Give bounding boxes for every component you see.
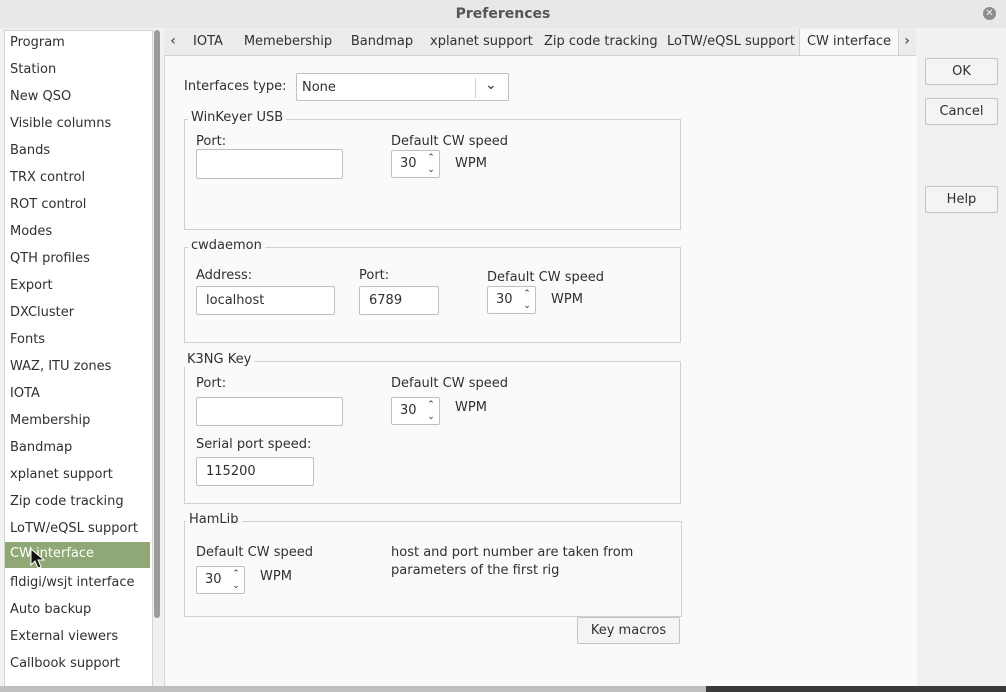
sidebar-item-auto-backup[interactable]: Auto backup [5,598,150,624]
k3ng-speed-unit: WPM [455,400,487,415]
sidebar-item-iota[interactable]: IOTA [5,382,150,408]
hamlib-note-line2: parameters of the first rig [391,563,560,578]
sidebar-item-lotw-eqsl-support[interactable]: LoTW/eQSL support [5,517,150,543]
tab-iota[interactable]: IOTA [186,29,230,55]
winkeyer-speed-unit: WPM [455,156,487,171]
spin-up-icon[interactable]: ⌃ [230,569,242,580]
k3ng-speed-value: 30 [400,403,417,418]
ok-button[interactable]: OK [925,58,998,85]
desktop-background [706,686,1006,692]
sidebar-item-trx-control[interactable]: TRX control [5,166,150,192]
winkeyer-speed-spinbox[interactable]: 30 ⌃ ⌄ [391,150,440,178]
spin-down-icon[interactable]: ⌄ [230,581,242,592]
k3ng-group-title: K3NG Key [184,352,255,367]
help-button[interactable]: Help [925,186,998,213]
hamlib-group-title: HamLib [186,512,242,527]
k3ng-serial-speed-input[interactable] [196,457,314,486]
hamlib-note-line1: host and port number are taken from [391,545,634,560]
tab-zip-code-tracking[interactable]: Zip code tracking [544,29,658,55]
sidebar-item-xplanet-support[interactable]: xplanet support [5,463,150,489]
spin-down-icon[interactable]: ⌄ [425,412,437,423]
hamlib-speed-unit: WPM [260,569,292,584]
hamlib-speed-spinbox[interactable]: 30 ⌃ ⌄ [196,566,245,594]
tab-scroll-right-icon[interactable]: › [898,29,916,55]
sidebar-item-new-qso[interactable]: New QSO [5,85,150,111]
sidebar-item-visible-columns[interactable]: Visible columns [5,112,150,138]
sidebar-item-membership[interactable]: Membership [5,409,150,435]
sidebar-item-station[interactable]: Station [5,58,150,84]
tab-bandmap[interactable]: Bandmap [348,29,416,55]
spin-up-icon[interactable]: ⌃ [521,289,533,300]
cwdaemon-speed-value: 30 [496,292,513,307]
sidebar-item-dxcluster[interactable]: DXCluster [5,301,150,327]
cwdaemon-port-input[interactable] [359,286,439,315]
spin-down-icon[interactable]: ⌄ [521,301,533,312]
tab-xplanet-support[interactable]: xplanet support [430,29,533,55]
cwdaemon-speed-label: Default CW speed [487,270,604,285]
winkeyer-port-input[interactable] [196,149,343,179]
cwdaemon-speed-unit: WPM [551,292,583,307]
sidebar-item-waz-itu-zones[interactable]: WAZ, ITU zones [5,355,150,381]
winkeyer-group-title: WinKeyer USB [188,110,287,125]
k3ng-port-label: Port: [196,376,227,391]
close-icon[interactable]: ✕ [983,7,996,20]
sidebar-item-bands[interactable]: Bands [5,139,150,165]
sidebar-item-zip-code-tracking[interactable]: Zip code tracking [5,490,150,516]
title-bar[interactable]: Preferences ✕ [0,0,1006,28]
horizontal-scrollbar[interactable] [0,686,706,692]
tab-lotw-eqsl-support[interactable]: LoTW/eQSL support [667,29,795,55]
winkeyer-speed-label: Default CW speed [391,134,508,149]
winkeyer-port-label: Port: [196,134,227,149]
interfaces-type-select[interactable]: None ⌄ [296,73,509,101]
hamlib-speed-value: 30 [205,572,222,587]
tab-scroll-left-icon[interactable]: ‹ [164,29,182,55]
tab-memebership[interactable]: Memebership [240,29,336,55]
sidebar-item-callbook-support[interactable]: Callbook support [5,652,150,678]
window-title: Preferences [455,6,551,22]
chevron-down-icon: ⌄ [485,77,497,93]
cwdaemon-port-label: Port: [359,268,390,283]
sidebar-item-rot-control[interactable]: ROT control [5,193,150,219]
spin-up-icon[interactable]: ⌃ [425,400,437,411]
spin-down-icon[interactable]: ⌄ [425,165,437,176]
sidebar-item-cw-interface[interactable]: CW interface [5,542,150,568]
k3ng-port-input[interactable] [196,397,343,426]
k3ng-serial-label: Serial port speed: [196,437,312,452]
sidebar-item-fldigi-wsjt-interface[interactable]: fldigi/wsjt interface [5,571,150,597]
cwdaemon-group-title: cwdaemon [188,238,265,253]
sidebar-item-export[interactable]: Export [5,274,150,300]
sidebar-item-fonts[interactable]: Fonts [5,328,150,354]
cwdaemon-address-label: Address: [196,268,253,283]
cancel-button[interactable]: Cancel [925,98,998,125]
tab-bar: ‹ IOTA Memebership Bandmap xplanet suppo… [164,29,916,56]
spin-up-icon[interactable]: ⌃ [425,153,437,164]
cwdaemon-speed-spinbox[interactable]: 30 ⌃ ⌄ [487,286,536,314]
key-macros-button[interactable]: Key macros [577,617,680,644]
sidebar-item-program[interactable]: Program [5,31,150,57]
sidebar-item-modes[interactable]: Modes [5,220,150,246]
preferences-window: Preferences ✕ Program Station New QSO Vi… [0,0,1006,688]
sidebar-item-qth-profiles[interactable]: QTH profiles [5,247,150,273]
hamlib-speed-label: Default CW speed [196,545,313,560]
sidebar-scrollbar[interactable] [154,30,160,618]
tab-cw-interface[interactable]: CW interface [799,29,899,55]
interfaces-type-value: None [302,80,336,95]
sidebar-list[interactable]: Program Station New QSO Visible columns … [4,30,153,688]
sidebar-item-bandmap[interactable]: Bandmap [5,436,150,462]
sidebar-item-external-viewers[interactable]: External viewers [5,625,150,651]
interfaces-type-label: Interfaces type: [184,79,287,94]
k3ng-speed-label: Default CW speed [391,376,508,391]
winkeyer-speed-value: 30 [400,156,417,171]
cwdaemon-address-input[interactable] [196,286,335,315]
mouse-pointer-icon [30,548,46,569]
k3ng-speed-spinbox[interactable]: 30 ⌃ ⌄ [391,397,440,425]
